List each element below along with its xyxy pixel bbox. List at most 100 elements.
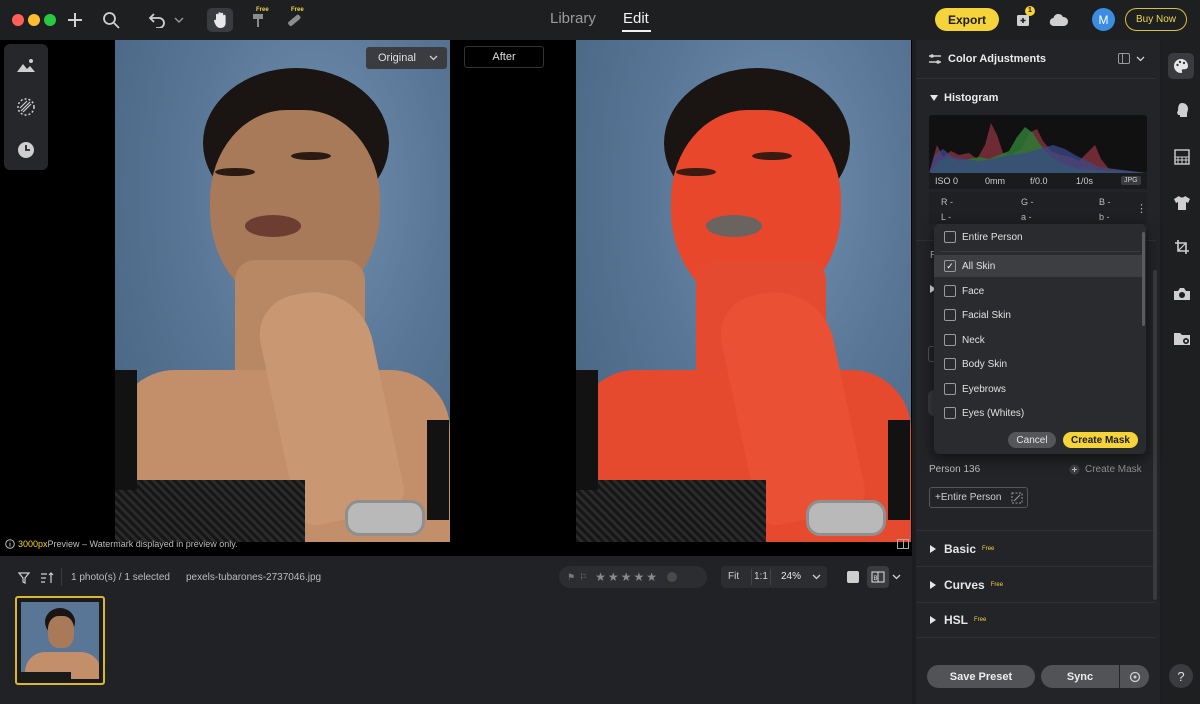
create-mask-link[interactable]: Create Mask xyxy=(1069,464,1142,475)
mask-option-item[interactable]: Neck xyxy=(934,329,1144,351)
hand-tool-icon[interactable] xyxy=(207,8,233,32)
flag-icon[interactable]: ⚑ xyxy=(567,572,575,583)
checkbox[interactable] xyxy=(944,334,956,346)
dropdown-scrollbar[interactable] xyxy=(1142,232,1145,326)
add-icon[interactable] xyxy=(64,8,86,32)
star-icon[interactable]: ★ xyxy=(608,570,619,584)
color-label-icon[interactable] xyxy=(666,572,677,582)
star-icon[interactable]: ★ xyxy=(646,570,657,584)
mask-option-label: Body Skin xyxy=(962,358,1008,370)
svg-text:B: B xyxy=(874,576,878,582)
search-icon[interactable] xyxy=(100,8,122,32)
thumbnail[interactable] xyxy=(15,596,105,685)
mask-option-item[interactable]: Facial Skin xyxy=(934,304,1144,326)
adjustments-icon xyxy=(928,53,942,68)
buy-now-button[interactable]: Buy Now xyxy=(1125,8,1187,31)
cloud-sync-icon[interactable] xyxy=(1047,8,1071,32)
mask-option-item[interactable]: Face xyxy=(934,280,1144,302)
after-label: After xyxy=(464,46,544,68)
shirt-icon[interactable] xyxy=(1171,192,1193,214)
preview-watermark-note: 3000px Preview – Watermark displayed in … xyxy=(5,539,238,549)
panel-title: Color Adjustments xyxy=(948,53,1046,65)
zoom-1to1-button[interactable]: 1:1 xyxy=(754,571,768,582)
chevron-down-icon[interactable] xyxy=(812,574,821,580)
chevron-down-icon[interactable] xyxy=(892,574,901,580)
original-dropdown[interactable]: Original xyxy=(366,47,447,69)
curves-section[interactable]: Curves Free xyxy=(916,566,1156,602)
sync-button[interactable]: Sync xyxy=(1041,665,1119,688)
avatar[interactable]: M xyxy=(1092,8,1115,31)
zoom-window-button[interactable] xyxy=(44,14,56,26)
help-button[interactable]: ? xyxy=(1169,664,1193,688)
landscape-tool-icon[interactable] xyxy=(13,52,39,78)
mask-option-label: Face xyxy=(962,285,985,297)
star-icon[interactable]: ★ xyxy=(621,570,632,584)
undo-icon[interactable] xyxy=(146,8,168,32)
hsl-section[interactable]: HSL Free xyxy=(916,602,1156,638)
sync-settings-icon[interactable] xyxy=(1120,665,1149,688)
blue-value: B - xyxy=(1099,197,1111,207)
minimize-window-button[interactable] xyxy=(28,14,40,26)
person-label: Person 136 xyxy=(929,464,981,475)
pattern-icon[interactable] xyxy=(1171,146,1193,168)
checkbox-checked[interactable]: ✓ xyxy=(944,260,956,272)
panel-layout-icon[interactable] xyxy=(1118,53,1130,64)
single-view-icon[interactable] xyxy=(847,571,859,583)
compare-layout-icon[interactable] xyxy=(897,539,909,549)
panel-scrollbar[interactable] xyxy=(1153,270,1157,600)
crop-icon[interactable] xyxy=(1171,236,1193,258)
mask-option-item[interactable]: Eyebrows xyxy=(934,378,1144,400)
chevron-down-icon xyxy=(429,55,438,61)
before-after-icon[interactable]: B xyxy=(867,566,889,588)
right-tool-rail: ? xyxy=(1162,40,1200,704)
checkbox[interactable] xyxy=(944,407,956,419)
histogram-section-header[interactable]: Histogram xyxy=(930,92,998,104)
l-value: L - xyxy=(941,212,952,222)
undo-history-chevron-icon[interactable] xyxy=(172,8,186,32)
export-button[interactable]: Export xyxy=(935,8,999,31)
camera-icon[interactable] xyxy=(1171,283,1193,305)
mask-option-item[interactable]: Entire Person xyxy=(934,226,1144,248)
cancel-button[interactable]: Cancel xyxy=(1008,432,1056,448)
sort-icon[interactable] xyxy=(40,572,54,587)
checkbox[interactable] xyxy=(944,358,956,370)
preview-size: 3000px xyxy=(18,539,48,549)
star-icon[interactable]: ★ xyxy=(633,570,644,584)
mask-option-item[interactable]: Body Skin xyxy=(934,353,1144,375)
checkbox[interactable] xyxy=(944,309,956,321)
basic-section[interactable]: Basic Free xyxy=(916,530,1156,566)
reject-flag-icon[interactable]: ⚐ xyxy=(579,572,587,583)
pixel-values: R - G - B - L - a - b - ⋮ xyxy=(929,192,1147,224)
checkbox[interactable] xyxy=(944,231,956,243)
checkbox[interactable] xyxy=(944,383,956,395)
zoom-level[interactable]: 24% xyxy=(781,571,801,582)
save-preset-button[interactable]: Save Preset xyxy=(927,665,1035,688)
chevron-down-icon[interactable] xyxy=(1136,56,1145,62)
triangle-right-icon xyxy=(930,616,936,624)
entire-person-mask-button[interactable]: +Entire Person xyxy=(929,487,1028,508)
b-value: b - xyxy=(1099,212,1110,222)
original-photo xyxy=(115,40,450,542)
more-options-icon[interactable]: ⋮ xyxy=(1136,202,1147,215)
texture-tool-icon[interactable] xyxy=(13,94,39,120)
checkbox[interactable] xyxy=(944,285,956,297)
history-icon[interactable] xyxy=(13,137,39,163)
zoom-fit-button[interactable]: Fit xyxy=(728,571,739,582)
folder-view-icon[interactable] xyxy=(1171,328,1193,350)
red-value: R - xyxy=(941,197,953,207)
notification-badge: 1 xyxy=(1025,6,1035,16)
mask-option-item[interactable]: Eyes (Whites) xyxy=(934,402,1144,424)
exif-shutter: 1/0s xyxy=(1076,176,1094,186)
tab-library[interactable]: Library xyxy=(550,10,596,27)
tab-edit[interactable]: Edit xyxy=(623,10,649,27)
create-mask-button[interactable]: Create Mask xyxy=(1063,432,1138,448)
mask-option-label: Facial Skin xyxy=(962,309,1011,321)
mask-option-item[interactable]: ✓ All Skin xyxy=(934,255,1144,277)
preview-text: Preview – Watermark displayed in preview… xyxy=(47,539,238,549)
star-icon[interactable]: ★ xyxy=(595,570,606,584)
exif-aperture: f/0.0 xyxy=(1030,176,1048,186)
color-palette-icon[interactable] xyxy=(1168,53,1194,79)
portrait-head-icon[interactable] xyxy=(1171,100,1193,122)
filter-icon[interactable] xyxy=(17,572,31,587)
close-window-button[interactable] xyxy=(12,14,24,26)
